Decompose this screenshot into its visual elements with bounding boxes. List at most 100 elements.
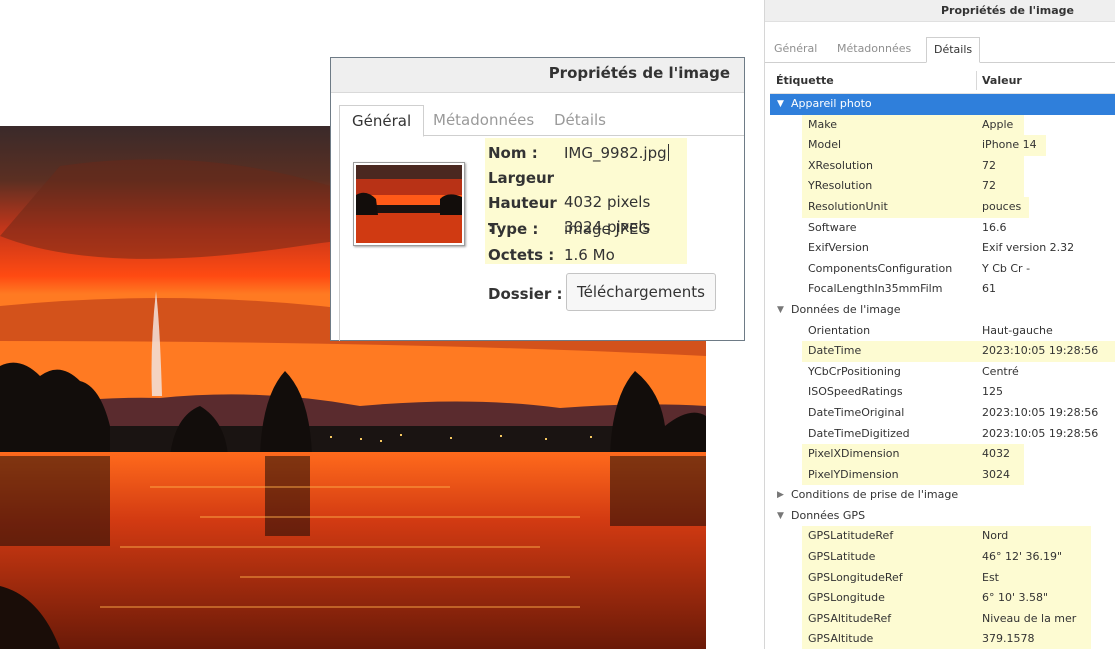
row-label: ISOSpeedRatings <box>808 385 903 399</box>
group-appareil-photo[interactable]: ▼ Appareil photo <box>770 94 1115 115</box>
folder-label: Dossier : <box>488 285 563 303</box>
tree-row[interactable]: FocalLengthIn35mmFilm 61 <box>770 279 1115 300</box>
row-label: GPSLongitudeRef <box>808 570 903 584</box>
expand-right-icon[interactable]: ▶ <box>777 485 784 506</box>
field-type: Type : image JPEG <box>488 217 650 241</box>
tree-row[interactable]: DateTimeDigitized 2023:10:05 19:28:56 <box>770 424 1115 445</box>
group-label: Conditions de prise de l'image <box>791 488 959 502</box>
tree-row[interactable]: ComponentsConfiguration Y Cb Cr - <box>770 259 1115 280</box>
tree-row[interactable]: PixelXDimension 4032 <box>770 444 1115 465</box>
field-bytes: Octets : 1.6 Mo <box>488 243 615 267</box>
tree-row[interactable]: Make Apple <box>770 114 1115 136</box>
row-value: Est <box>982 570 999 584</box>
tree-row[interactable]: GPSAltitudeRef Niveau de la mer <box>770 608 1115 630</box>
row-value: 16.6 <box>982 220 1007 234</box>
row-label: GPSLatitude <box>808 550 876 564</box>
tree-row[interactable]: ResolutionUnit pouces <box>770 196 1115 218</box>
tree-row[interactable]: ISOSpeedRatings 125 <box>770 382 1115 403</box>
group-label: Données GPS <box>791 508 866 522</box>
dialog-tabs: Général Métadonnées Détails <box>339 105 744 137</box>
row-label: XResolution <box>808 158 874 172</box>
tree-row[interactable]: GPSLatitude 46° 12' 36.19" <box>770 547 1115 568</box>
field-type-value: image JPEG <box>564 220 651 238</box>
row-value: Apple <box>982 117 1014 131</box>
row-label: GPSLatitudeRef <box>808 529 894 543</box>
row-value: Exif version 2.32 <box>982 241 1075 255</box>
row-label: PixelYDimension <box>808 467 899 481</box>
tab-metadata[interactable]: Métadonnées <box>421 105 546 135</box>
tree-row[interactable]: Orientation Haut-gauche <box>770 321 1115 342</box>
group-label: Données de l'image <box>791 302 901 316</box>
row-value: 4032 <box>982 447 1010 461</box>
row-value: Centré <box>982 364 1019 378</box>
row-value: 61 <box>982 282 996 296</box>
row-value: Niveau de la mer <box>982 611 1077 625</box>
field-bytes-value: 1.6 Mo <box>564 246 615 264</box>
field-width: Largeur :4032 pixels <box>488 166 650 211</box>
dialog-title: Propriétés de l'image <box>331 58 744 93</box>
column-value-header[interactable]: Valeur <box>982 68 1022 93</box>
tree-row[interactable]: XResolution 72 <box>770 155 1115 177</box>
group-conditions[interactable]: ▶ Conditions de prise de l'image <box>770 485 1115 506</box>
row-value: 2023:10:05 19:28:56 <box>982 426 1099 440</box>
row-value: Nord <box>982 529 1009 543</box>
properties-dialog: Propriétés de l'image Général Métadonnée… <box>330 57 745 341</box>
field-bytes-label: Octets : <box>488 246 555 264</box>
row-value: 72 <box>982 179 996 193</box>
row-value: Haut-gauche <box>982 323 1053 337</box>
row-value: 6° 10' 3.58" <box>982 591 1049 605</box>
tree-row[interactable]: GPSAltitude 379.1578 <box>770 629 1115 649</box>
group-donnees-image[interactable]: ▼ Données de l'image <box>770 300 1115 321</box>
tree-row[interactable]: GPSLongitudeRef Est <box>770 567 1115 589</box>
tab-general[interactable]: Général <box>339 105 425 137</box>
tree-row[interactable]: Software 16.6 <box>770 218 1115 239</box>
row-value: 379.1578 <box>982 632 1035 646</box>
row-value: 2023:10:05 19:28:56 <box>982 344 1099 358</box>
field-name-label: Nom : <box>488 144 538 162</box>
tree-row[interactable]: YCbCrPositioning Centré <box>770 362 1115 383</box>
row-value: Y Cb Cr - <box>982 261 1031 275</box>
tree-row[interactable]: ExifVersion Exif version 2.32 <box>770 238 1115 259</box>
row-label: ExifVersion <box>808 241 869 255</box>
row-label: Software <box>808 220 857 234</box>
row-label: GPSLongitude <box>808 591 885 605</box>
details-panel: Propriétés de l'image Général Métadonnée… <box>764 0 1115 649</box>
tree-row[interactable]: DateTimeOriginal 2023:10:05 19:28:56 <box>770 403 1115 424</box>
group-donnees-gps[interactable]: ▼ Données GPS <box>770 506 1115 527</box>
expand-down-icon[interactable]: ▼ <box>777 506 784 527</box>
tree-header: Étiquette Valeur <box>770 68 1115 94</box>
panel-tab-general[interactable]: Général <box>774 37 817 61</box>
row-label: ComponentsConfiguration <box>808 261 953 275</box>
tree-row[interactable]: GPSLatitudeRef Nord <box>770 526 1115 548</box>
metadata-tree: Étiquette Valeur ▼ Appareil photo Make Ap… <box>770 68 1115 649</box>
tree-row[interactable]: DateTime 2023:10:05 19:28:56 <box>770 341 1115 362</box>
row-value: 125 <box>982 385 1003 399</box>
folder-button[interactable]: Téléchargements <box>566 273 716 311</box>
panel-tabs: Général Métadonnées Détails <box>765 37 1115 63</box>
panel-tab-details[interactable]: Détails <box>926 37 981 63</box>
row-value: 72 <box>982 158 996 172</box>
tree-row[interactable]: GPSLongitude 6° 10' 3.58" <box>770 588 1115 609</box>
tree-row[interactable]: Model iPhone 14 <box>770 135 1115 156</box>
row-label: Make <box>808 117 837 131</box>
expand-down-icon[interactable]: ▼ <box>777 94 784 115</box>
field-name-value[interactable]: IMG_9982.jpg <box>564 144 667 162</box>
row-value: 3024 <box>982 467 1010 481</box>
row-value: 2023:10:05 19:28:56 <box>982 405 1099 419</box>
tree-row[interactable]: PixelYDimension 3024 <box>770 464 1115 486</box>
row-label: YResolution <box>808 179 873 193</box>
row-label: DateTimeDigitized <box>808 426 910 440</box>
column-label-header[interactable]: Étiquette <box>776 68 834 93</box>
field-type-label: Type : <box>488 220 539 238</box>
row-label: Model <box>808 138 842 152</box>
tab-details[interactable]: Détails <box>542 105 618 135</box>
image-thumbnail <box>353 162 465 246</box>
column-separator[interactable] <box>976 71 977 90</box>
row-value: pouces <box>982 199 1022 213</box>
panel-tab-metadata[interactable]: Métadonnées <box>837 37 911 61</box>
tree-row[interactable]: YResolution 72 <box>770 176 1115 197</box>
row-label: FocalLengthIn35mmFilm <box>808 282 943 296</box>
row-label: DateTimeOriginal <box>808 405 905 419</box>
text-cursor <box>667 144 669 161</box>
expand-down-icon[interactable]: ▼ <box>777 300 784 321</box>
